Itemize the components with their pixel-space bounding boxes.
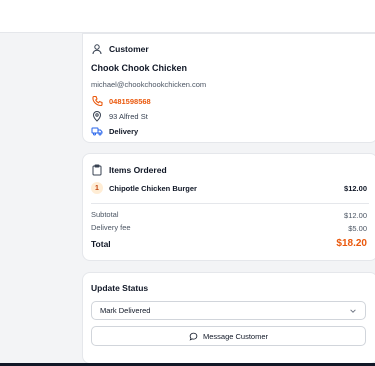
status-header: Update Status	[91, 283, 148, 293]
status-selected-value: Mark Delivered	[100, 306, 151, 315]
customer-email[interactable]: michael@chookchookchicken.com	[91, 80, 206, 89]
top-bar	[0, 0, 375, 33]
chevron-down-icon	[349, 307, 357, 315]
customer-phone-row[interactable]: 0481598568	[91, 95, 151, 107]
item-price: $12.00	[344, 184, 367, 193]
clipboard-icon	[91, 164, 103, 176]
items-title: Items Ordered	[109, 165, 167, 175]
customer-address-row: 93 Alfred St	[91, 110, 148, 122]
customer-email-row: michael@chookchookchicken.com	[91, 80, 206, 89]
phone-icon	[91, 95, 103, 107]
customer-card: Customer Chook Chook Chicken michael@cho…	[82, 33, 375, 143]
status-select[interactable]: Mark Delivered	[91, 301, 366, 320]
update-status-card: Update Status Mark Delivered Message Cus…	[82, 272, 375, 364]
delivery-fee-row: Delivery fee	[91, 223, 131, 232]
customer-address: 93 Alfred St	[109, 111, 148, 121]
items-ordered-card: Items Ordered 1 Chipotle Chicken Burger …	[82, 153, 375, 261]
delivery-fee-value: $5.00	[348, 224, 367, 233]
customer-header: Customer	[91, 43, 149, 55]
delivery-fee-label: Delivery fee	[91, 223, 131, 232]
user-icon	[91, 43, 103, 55]
subtotal-value: $12.00	[344, 211, 367, 220]
customer-title: Customer	[109, 44, 149, 54]
total-value: $18.20	[336, 238, 367, 249]
divider	[91, 203, 369, 204]
map-pin-icon	[91, 110, 103, 122]
message-customer-label: Message Customer	[202, 331, 269, 341]
message-customer-button[interactable]: Message Customer	[91, 326, 366, 346]
truck-icon	[91, 125, 103, 137]
list-item: 1 Chipotle Chicken Burger	[91, 182, 197, 194]
customer-name-row: Chook Chook Chicken	[91, 63, 187, 73]
total-label: Total	[91, 239, 111, 249]
subtotal-label: Subtotal	[91, 210, 119, 219]
items-header: Items Ordered	[91, 164, 167, 176]
delivery-type: Delivery	[109, 126, 139, 136]
message-icon	[189, 332, 198, 341]
delivery-type-row: Delivery	[91, 125, 138, 137]
customer-phone[interactable]: 0481598568	[109, 97, 151, 106]
subtotal-row: Subtotal	[91, 210, 119, 219]
total-row: Total	[91, 239, 111, 249]
item-name: Chipotle Chicken Burger	[109, 183, 197, 193]
status-title: Update Status	[91, 283, 149, 293]
quantity-badge: 1	[91, 182, 103, 194]
customer-name: Chook Chook Chicken	[91, 63, 188, 73]
